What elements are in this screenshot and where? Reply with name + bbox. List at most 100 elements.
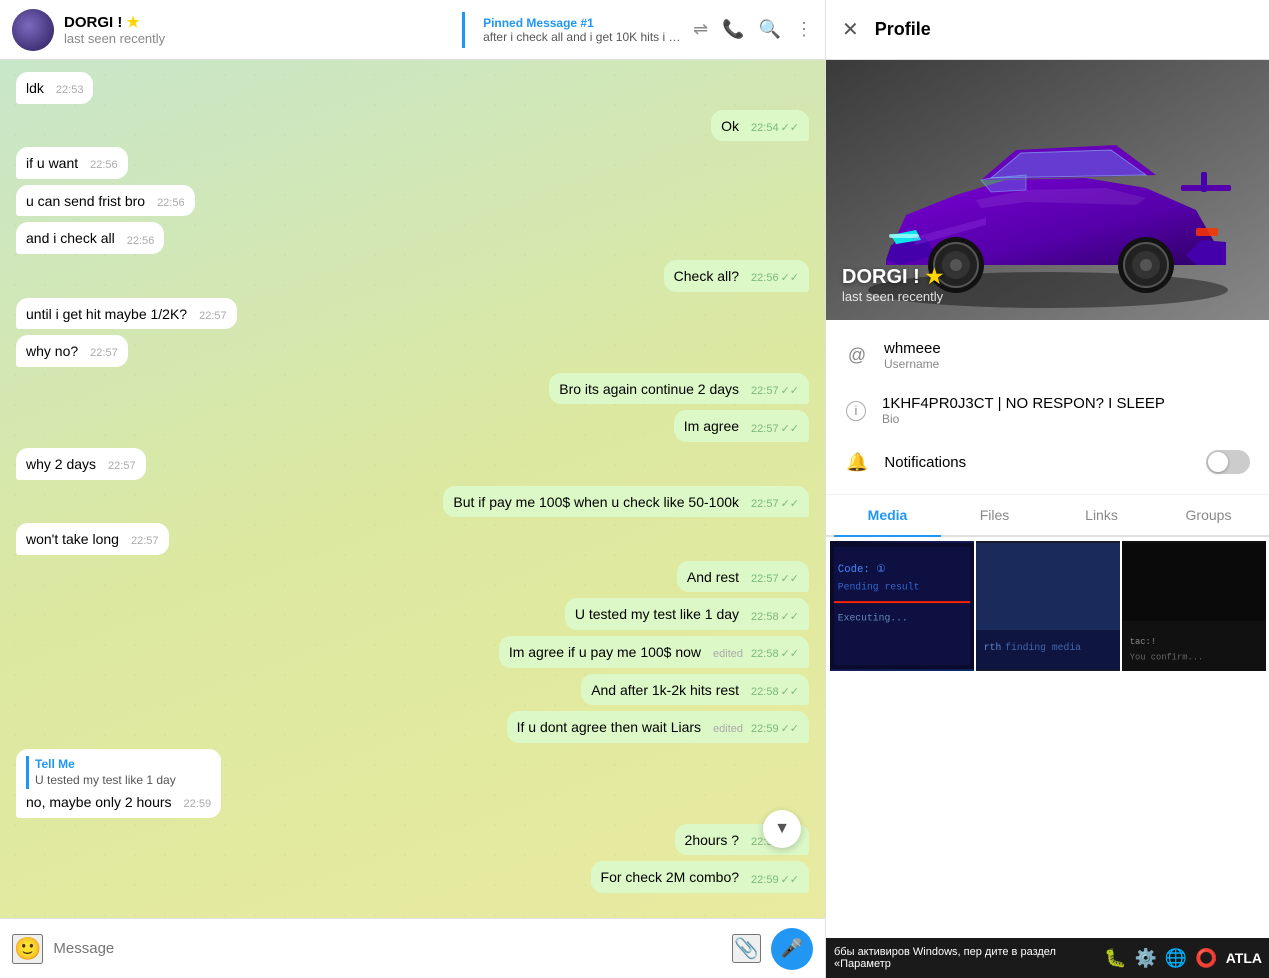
message-bubble: why no? 22:57 bbox=[16, 335, 128, 367]
table-row: If u dont agree then wait Liars edited22… bbox=[16, 711, 809, 743]
message-bubble: Im agree 22:57✓✓ bbox=[674, 410, 809, 442]
contact-name: DORGI ! ★ bbox=[64, 13, 444, 31]
media-thumb[interactable]: tac:! You confirm... bbox=[1122, 541, 1266, 671]
table-row: Check all? 22:56✓✓ bbox=[16, 260, 809, 292]
message-bubble: Bro its again continue 2 days 22:57✓✓ bbox=[549, 373, 809, 405]
message-bubble: U tested my test like 1 day 22:58✓✓ bbox=[565, 598, 809, 630]
message-bubble: until i get hit maybe 1/2K? 22:57 bbox=[16, 298, 237, 330]
pinned-text: after i check all and i get 10K hits i r… bbox=[483, 30, 683, 44]
avatar[interactable] bbox=[12, 9, 54, 51]
message-input[interactable] bbox=[53, 940, 722, 957]
profile-cover: DORGI ! ★ last seen recently bbox=[826, 60, 1269, 320]
tab-groups[interactable]: Groups bbox=[1155, 495, 1262, 537]
brand-text: ATLA bbox=[1226, 950, 1262, 966]
svg-text:Code: ①: Code: ① bbox=[838, 563, 886, 576]
table-row: And after 1k-2k hits rest 22:58✓✓ bbox=[16, 674, 809, 706]
message-bubble: And rest 22:57✓✓ bbox=[677, 561, 809, 593]
profile-info-list: @ whmeee Username i 1KHF4PR0J3CT | NO RE… bbox=[826, 320, 1269, 495]
pinned-label: Pinned Message #1 bbox=[483, 16, 683, 30]
emoji-button[interactable]: 🙂 bbox=[12, 934, 43, 964]
message-bubble: and i check all 22:56 bbox=[16, 222, 164, 254]
table-row: U tested my test like 1 day 22:58✓✓ bbox=[16, 598, 809, 630]
table-row: ldk 22:53 bbox=[16, 72, 809, 104]
notifications-row: 🔔 Notifications bbox=[826, 438, 1269, 486]
table-row: and i check all 22:56 bbox=[16, 222, 809, 254]
svg-text:finding media: finding media bbox=[1005, 642, 1081, 653]
table-row: Tell Me U tested my test like 1 day no, … bbox=[16, 749, 809, 818]
taskbar-icon-3[interactable]: 🌐 bbox=[1165, 948, 1187, 969]
message-bubble: won't take long 22:57 bbox=[16, 523, 169, 555]
table-row: u can send frist bro 22:56 bbox=[16, 185, 809, 217]
table-row: For check 2M combo? 22:59✓✓ bbox=[16, 861, 809, 893]
taskbar-icon-2[interactable]: ⚙️ bbox=[1134, 948, 1156, 969]
notifications-label: Notifications bbox=[884, 454, 1190, 471]
profile-title: Profile bbox=[875, 19, 931, 40]
tab-media[interactable]: Media bbox=[834, 495, 941, 537]
table-row: why no? 22:57 bbox=[16, 335, 809, 367]
message-bubble: If u dont agree then wait Liars edited22… bbox=[507, 711, 809, 743]
message-bubble: Im agree if u pay me 100$ now edited22:5… bbox=[499, 636, 809, 668]
taskbar-icon-1[interactable]: 🐛 bbox=[1104, 948, 1126, 969]
svg-text:tac:!: tac:! bbox=[1130, 637, 1156, 647]
voice-button[interactable]: 🎤 bbox=[771, 928, 813, 970]
username-content: whmeee Username bbox=[884, 340, 1250, 371]
bell-icon: 🔔 bbox=[846, 452, 868, 473]
phone-icon[interactable]: 📞 bbox=[722, 19, 744, 40]
taskbar-text: ббы активиров Windows, пер дите в раздел… bbox=[834, 946, 1096, 970]
message-bubble: Tell Me U tested my test like 1 day no, … bbox=[16, 749, 221, 818]
message-bubble: Ok 22:54✓✓ bbox=[711, 110, 809, 142]
media-grid: Code: ① Pending result Executing... rth … bbox=[826, 537, 1269, 938]
profile-panel: ✕ Profile bbox=[825, 0, 1269, 978]
info-icon: i bbox=[846, 401, 866, 421]
taskbar: ббы активиров Windows, пер дите в раздел… bbox=[826, 938, 1269, 978]
profile-header: ✕ Profile bbox=[826, 0, 1269, 60]
media-tabs: Media Files Links Groups bbox=[826, 495, 1269, 537]
filter-icon[interactable]: ⇌ bbox=[693, 19, 708, 40]
chat-body: ldk 22:53 Ok 22:54✓✓ if u want 22:56 bbox=[0, 60, 825, 918]
contact-status: last seen recently bbox=[64, 31, 444, 46]
tab-links[interactable]: Links bbox=[1048, 495, 1155, 537]
media-thumb[interactable]: Code: ① Pending result Executing... bbox=[830, 541, 974, 671]
header-icons: ⇌ 📞 🔍 ⋮ bbox=[693, 19, 813, 40]
chat-header: DORGI ! ★ last seen recently Pinned Mess… bbox=[0, 0, 825, 60]
star-icon: ★ bbox=[126, 13, 139, 31]
more-icon[interactable]: ⋮ bbox=[795, 19, 813, 40]
table-row: why 2 days 22:57 bbox=[16, 448, 809, 480]
svg-text:You confirm...: You confirm... bbox=[1130, 653, 1204, 663]
taskbar-icon-4[interactable]: ⭕ bbox=[1195, 948, 1217, 969]
scroll-down-button[interactable]: ▼ bbox=[763, 810, 801, 848]
header-info: DORGI ! ★ last seen recently bbox=[64, 13, 444, 46]
profile-cover-name: DORGI ! ★ bbox=[842, 264, 943, 289]
search-icon[interactable]: 🔍 bbox=[759, 19, 781, 40]
profile-cover-status: last seen recently bbox=[842, 289, 943, 304]
username-item: @ whmeee Username bbox=[826, 328, 1269, 383]
table-row: 2hours ? 22:59✓✓ bbox=[16, 824, 809, 856]
bio-content: 1KHF4PR0J3CT | NO RESPON? I SLEEP Bio bbox=[882, 395, 1250, 426]
tab-files[interactable]: Files bbox=[941, 495, 1048, 537]
svg-text:Pending result: Pending result bbox=[838, 581, 920, 592]
profile-cover-info: DORGI ! ★ last seen recently bbox=[842, 264, 943, 304]
at-icon: @ bbox=[846, 345, 868, 367]
table-row: Ok 22:54✓✓ bbox=[16, 110, 809, 142]
close-button[interactable]: ✕ bbox=[842, 17, 859, 42]
attach-button[interactable]: 📎 bbox=[732, 934, 761, 963]
table-row: Bro its again continue 2 days 22:57✓✓ bbox=[16, 373, 809, 405]
message-bubble: But if pay me 100$ when u check like 50-… bbox=[443, 486, 809, 518]
username-value: whmeee bbox=[884, 340, 1250, 357]
pinned-divider bbox=[462, 12, 465, 48]
table-row: And rest 22:57✓✓ bbox=[16, 561, 809, 593]
message-bubble: And after 1k-2k hits rest 22:58✓✓ bbox=[581, 674, 809, 706]
table-row: if u want 22:56 bbox=[16, 147, 809, 179]
table-row: Im agree 22:57✓✓ bbox=[16, 410, 809, 442]
pinned-message[interactable]: Pinned Message #1 after i check all and … bbox=[483, 16, 683, 44]
reply-preview: Tell Me U tested my test like 1 day bbox=[26, 756, 211, 790]
chat-panel: DORGI ! ★ last seen recently Pinned Mess… bbox=[0, 0, 825, 978]
table-row: won't take long 22:57 bbox=[16, 523, 809, 555]
bio-item: i 1KHF4PR0J3CT | NO RESPON? I SLEEP Bio bbox=[826, 383, 1269, 438]
message-bubble: Check all? 22:56✓✓ bbox=[664, 260, 809, 292]
svg-text:Executing...: Executing... bbox=[838, 613, 908, 624]
table-row: But if pay me 100$ when u check like 50-… bbox=[16, 486, 809, 518]
table-row: until i get hit maybe 1/2K? 22:57 bbox=[16, 298, 809, 330]
notifications-toggle[interactable] bbox=[1206, 450, 1250, 474]
media-thumb[interactable]: rth finding media bbox=[976, 541, 1120, 671]
